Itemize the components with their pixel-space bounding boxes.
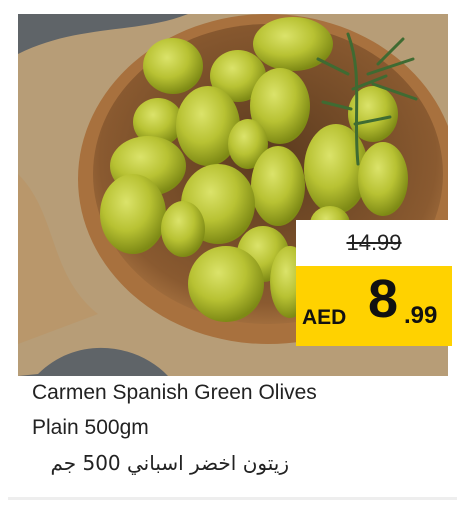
product-card[interactable]: 14.99 AED 8 .99 Carmen Spanish Green Oli… (8, 0, 457, 500)
currency-label: AED (302, 306, 347, 329)
price-integer: 8 (368, 269, 399, 329)
product-title-line2[interactable]: Plain 500gm (32, 416, 149, 440)
old-price: 14.99 (296, 220, 452, 266)
sale-price: AED 8 .99 (296, 266, 452, 346)
product-title-arabic[interactable]: زيتون اخضر اسباني 500 جم (50, 451, 289, 475)
card-divider (8, 497, 457, 500)
product-title-line1[interactable]: Carmen Spanish Green Olives (32, 381, 317, 405)
price-decimal: .99 (404, 302, 438, 329)
price-badge: 14.99 AED 8 .99 (296, 220, 452, 346)
